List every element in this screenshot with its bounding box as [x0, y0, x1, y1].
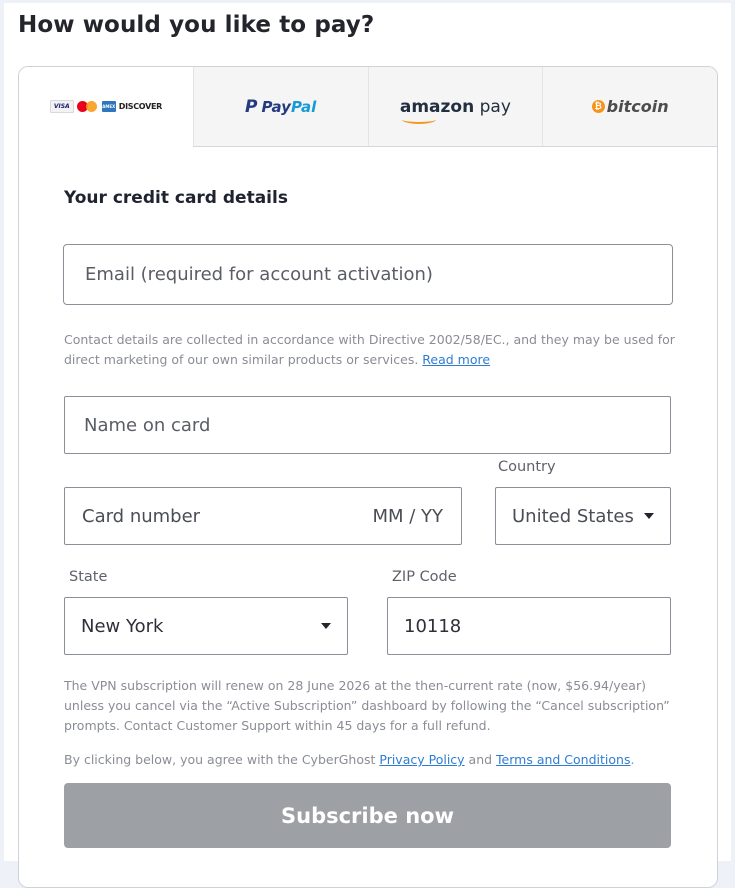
amazon-smile-icon — [401, 115, 436, 124]
state-label: State — [69, 569, 108, 585]
zip-label: ZIP Code — [392, 569, 457, 585]
tab-bitcoin[interactable]: ₿ bitcoin — [542, 67, 717, 146]
chevron-down-icon — [644, 513, 654, 519]
visa-logo: VISA — [49, 100, 74, 113]
amazon-pay-logo: amazon pay — [400, 97, 511, 124]
state-select[interactable]: New York — [64, 597, 348, 655]
privacy-policy-link[interactable]: Privacy Policy — [379, 752, 464, 767]
section-title: Your credit card details — [64, 188, 288, 208]
chevron-down-icon — [321, 623, 331, 629]
renewal-note: The VPN subscription will renew on 28 Ju… — [64, 678, 670, 733]
discover-logo: DISCOVER — [118, 102, 163, 111]
card-number-field[interactable]: Card number MM / YY — [64, 487, 462, 545]
email-input[interactable] — [85, 264, 672, 285]
checkout-page: How would you like to pay? VISA AMEX DIS… — [4, 3, 731, 888]
country-value: United States — [512, 505, 634, 527]
state-value: New York — [81, 615, 164, 637]
name-on-card-input[interactable] — [84, 414, 670, 436]
paypal-logo: P PayPal — [244, 96, 317, 117]
expiry-placeholder[interactable]: MM / YY — [372, 506, 443, 527]
payment-method-tabs: VISA AMEX DISCOVER P PayPal amazon pay ₿… — [19, 67, 717, 147]
tab-credit-card[interactable]: VISA AMEX DISCOVER — [19, 67, 193, 147]
tab-amazon-pay[interactable]: amazon pay — [367, 67, 543, 146]
tab-paypal[interactable]: P PayPal — [192, 67, 368, 146]
agreement-note: By clicking below, you agree with the Cy… — [64, 752, 635, 767]
payment-card: VISA AMEX DISCOVER P PayPal amazon pay ₿… — [18, 66, 718, 888]
card-logos: VISA AMEX DISCOVER — [49, 100, 163, 113]
paypal-p-icon: P — [244, 96, 258, 117]
zip-code-field[interactable]: 10118 — [387, 597, 671, 655]
mastercard-logo — [76, 101, 100, 112]
amex-logo: AMEX — [101, 101, 116, 112]
zip-code-value[interactable]: 10118 — [404, 616, 461, 637]
name-on-card-field[interactable] — [64, 396, 671, 454]
contact-note: Contact details are collected in accorda… — [64, 332, 675, 367]
subscribe-button[interactable]: Subscribe now — [64, 783, 671, 848]
bitcoin-icon: ₿ — [591, 100, 605, 113]
country-label: Country — [498, 459, 556, 475]
read-more-link[interactable]: Read more — [422, 352, 490, 367]
bitcoin-logo: ₿ bitcoin — [591, 97, 669, 116]
card-number-placeholder[interactable]: Card number — [82, 506, 200, 527]
page-title: How would you like to pay? — [18, 12, 375, 38]
country-select[interactable]: United States — [495, 487, 671, 545]
email-field[interactable] — [63, 244, 673, 305]
terms-link[interactable]: Terms and Conditions — [496, 752, 630, 767]
